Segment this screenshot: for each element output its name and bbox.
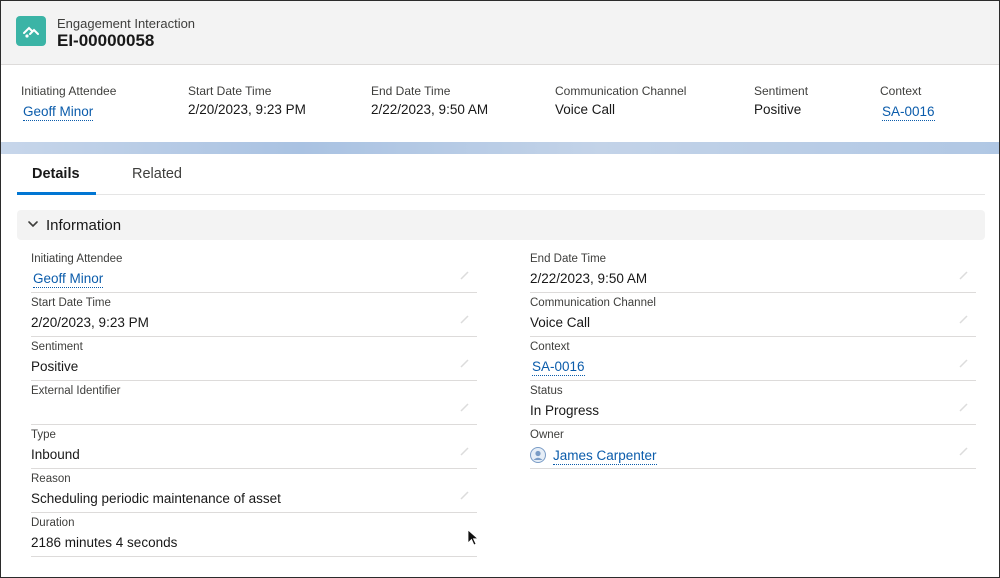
initiating-attendee-link[interactable]: Geoff Minor (23, 104, 94, 121)
field-start-date-time: Start Date Time 2/20/2023, 9:23 PM (31, 293, 477, 337)
field-value: 2/22/2023, 9:50 AM (530, 271, 648, 286)
highlight-label: Context (880, 84, 922, 98)
field-communication-channel: Communication Channel Voice Call (530, 293, 976, 337)
pencil-icon[interactable] (958, 401, 970, 413)
record-page: Engagement Interaction EI-00000058 Initi… (0, 0, 1000, 578)
decorative-banner (1, 142, 999, 154)
field-reason: Reason Scheduling periodic maintenance o… (31, 469, 477, 513)
field-value: In Progress (530, 403, 600, 418)
highlight-value: 2/20/2023, 9:23 PM (188, 102, 306, 117)
field-label: Owner (530, 429, 564, 441)
field-status: Status In Progress (530, 381, 976, 425)
field-value: Positive (31, 359, 79, 374)
field-end-date-time: End Date Time 2/22/2023, 9:50 AM (530, 249, 976, 293)
pencil-icon[interactable] (459, 445, 471, 457)
active-tab-indicator (17, 192, 96, 195)
pencil-icon[interactable] (459, 401, 471, 413)
engagement-interaction-icon (16, 16, 46, 46)
pencil-icon[interactable] (958, 445, 970, 457)
field-context: Context SA-0016 (530, 337, 976, 381)
pencil-icon[interactable] (958, 313, 970, 325)
highlight-value: Positive (754, 102, 802, 117)
highlight-label: Start Date Time (188, 84, 272, 98)
section-title: Information (46, 217, 122, 234)
highlight-label: Sentiment (754, 84, 809, 98)
highlight-context: Context SA-0016 (880, 84, 935, 121)
field-label: Type (31, 429, 56, 441)
field-initiating-attendee: Initiating Attendee Geoff Minor (31, 249, 477, 293)
field-type: Type Inbound (31, 425, 477, 469)
record-header: Engagement Interaction EI-00000058 (1, 1, 999, 65)
field-label: Reason (31, 473, 71, 485)
highlight-start-date-time: Start Date Time 2/20/2023, 9:23 PM (188, 84, 306, 117)
pencil-icon[interactable] (958, 357, 970, 369)
field-sentiment: Sentiment Positive (31, 337, 477, 381)
field-value: Scheduling periodic maintenance of asset (31, 491, 281, 506)
owner-link[interactable]: James Carpenter (553, 448, 657, 465)
field-value: Inbound (31, 447, 80, 462)
pencil-icon[interactable] (958, 269, 970, 281)
context-value-link[interactable]: SA-0016 (532, 359, 585, 376)
field-label: Sentiment (31, 341, 83, 353)
object-label: Engagement Interaction (57, 16, 196, 31)
highlight-end-date-time: End Date Time 2/22/2023, 9:50 AM (371, 84, 488, 117)
chevron-down-icon (28, 221, 38, 228)
tab-related[interactable]: Related (132, 166, 182, 182)
field-label: End Date Time (530, 253, 607, 265)
field-value: 2/20/2023, 9:23 PM (31, 315, 149, 330)
record-title: EI-00000058 (57, 31, 155, 50)
highlight-value: Voice Call (555, 102, 616, 117)
field-label: External Identifier (31, 385, 121, 397)
pencil-icon[interactable] (459, 313, 471, 325)
field-label: Duration (31, 517, 75, 529)
mouse-cursor-icon (467, 529, 479, 546)
highlight-initiating-attendee: Initiating Attendee Geoff Minor (21, 84, 117, 121)
context-link[interactable]: SA-0016 (882, 104, 935, 121)
tab-details[interactable]: Details (32, 166, 80, 182)
highlight-sentiment: Sentiment Positive (754, 84, 808, 117)
pencil-icon[interactable] (459, 269, 471, 281)
user-avatar-icon (530, 447, 546, 463)
pencil-icon[interactable] (459, 357, 471, 369)
initiating-attendee-value-link[interactable]: Geoff Minor (33, 271, 104, 288)
field-value: Voice Call (530, 315, 591, 330)
highlight-label: Initiating Attendee (21, 84, 117, 98)
field-label: Status (530, 385, 563, 397)
highlight-label: Communication Channel (555, 84, 687, 98)
field-label: Communication Channel (530, 297, 656, 309)
highlight-communication-channel: Communication Channel Voice Call (555, 84, 686, 117)
record-tabs: Details Related (17, 154, 985, 195)
information-section-toggle[interactable]: Information (17, 210, 985, 240)
field-duration: Duration 2186 minutes 4 seconds (31, 513, 477, 557)
highlights-panel: Initiating Attendee Geoff Minor Start Da… (1, 66, 999, 142)
field-value: 2186 minutes 4 seconds (31, 535, 178, 550)
field-label: Start Date Time (31, 297, 111, 309)
field-external-identifier: External Identifier (31, 381, 477, 425)
field-owner: Owner James Carpenter (530, 425, 976, 469)
highlight-value: 2/22/2023, 9:50 AM (371, 102, 489, 117)
field-label: Context (530, 341, 570, 353)
field-label: Initiating Attendee (31, 253, 123, 265)
pencil-icon[interactable] (459, 489, 471, 501)
highlight-label: End Date Time (371, 84, 451, 98)
